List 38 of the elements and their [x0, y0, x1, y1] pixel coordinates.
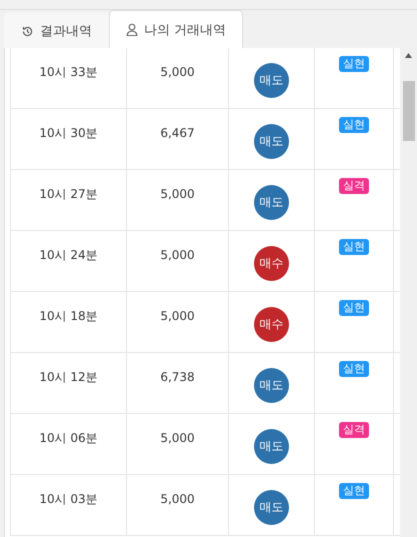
- trade-amount: 6,467: [160, 125, 195, 141]
- trade-time: 10시 33분: [39, 64, 98, 80]
- side-badge: 매도: [254, 368, 289, 403]
- trade-amount: 5,000: [160, 308, 195, 324]
- side-badge: 매도: [254, 185, 289, 220]
- tab[interactable]: 결과내역: [4, 13, 109, 48]
- result-badge: 실격: [339, 422, 369, 438]
- result-badge: 실격: [339, 178, 369, 194]
- result-badge: 실현: [339, 483, 369, 499]
- side-badge: 매도: [254, 124, 289, 159]
- trade-time: 10시 30분: [39, 125, 98, 141]
- result-badge: 실현: [339, 117, 369, 133]
- trade-amount: 5,000: [160, 186, 195, 202]
- result-badge: 실현: [339, 239, 369, 255]
- trade-amount: 5,000: [160, 430, 195, 446]
- result-badge: 실현: [339, 56, 369, 72]
- side-badge: 매수: [254, 246, 289, 281]
- side-badge: 매도: [254, 490, 289, 525]
- result-badge: 실현: [339, 300, 369, 316]
- trade-time: 10시 12분: [39, 369, 98, 385]
- tab[interactable]: 나의 거래내역: [109, 10, 244, 48]
- trade-time: 10시 24분: [39, 247, 98, 263]
- trade-amount: 5,000: [160, 247, 195, 263]
- trade-time: 10시 27분: [39, 186, 98, 202]
- trade-amount: 6,738: [160, 369, 195, 385]
- side-badge: 매도: [254, 429, 289, 464]
- side-badge: 매수: [254, 307, 289, 342]
- scroll-up-icon[interactable]: [405, 53, 412, 58]
- result-badge: 실현: [339, 361, 369, 377]
- trade-amount: 5,000: [160, 64, 195, 80]
- trade-time: 10시 18분: [39, 308, 98, 324]
- history-icon: [21, 24, 34, 38]
- scrollbar-thumb[interactable]: [402, 81, 414, 141]
- side-badge: 매도: [254, 63, 289, 98]
- trade-time: 10시 06분: [39, 430, 98, 446]
- trade-amount: 5,000: [160, 491, 195, 507]
- trade-time: 10시 03분: [39, 491, 98, 507]
- user-icon: [126, 23, 138, 36]
